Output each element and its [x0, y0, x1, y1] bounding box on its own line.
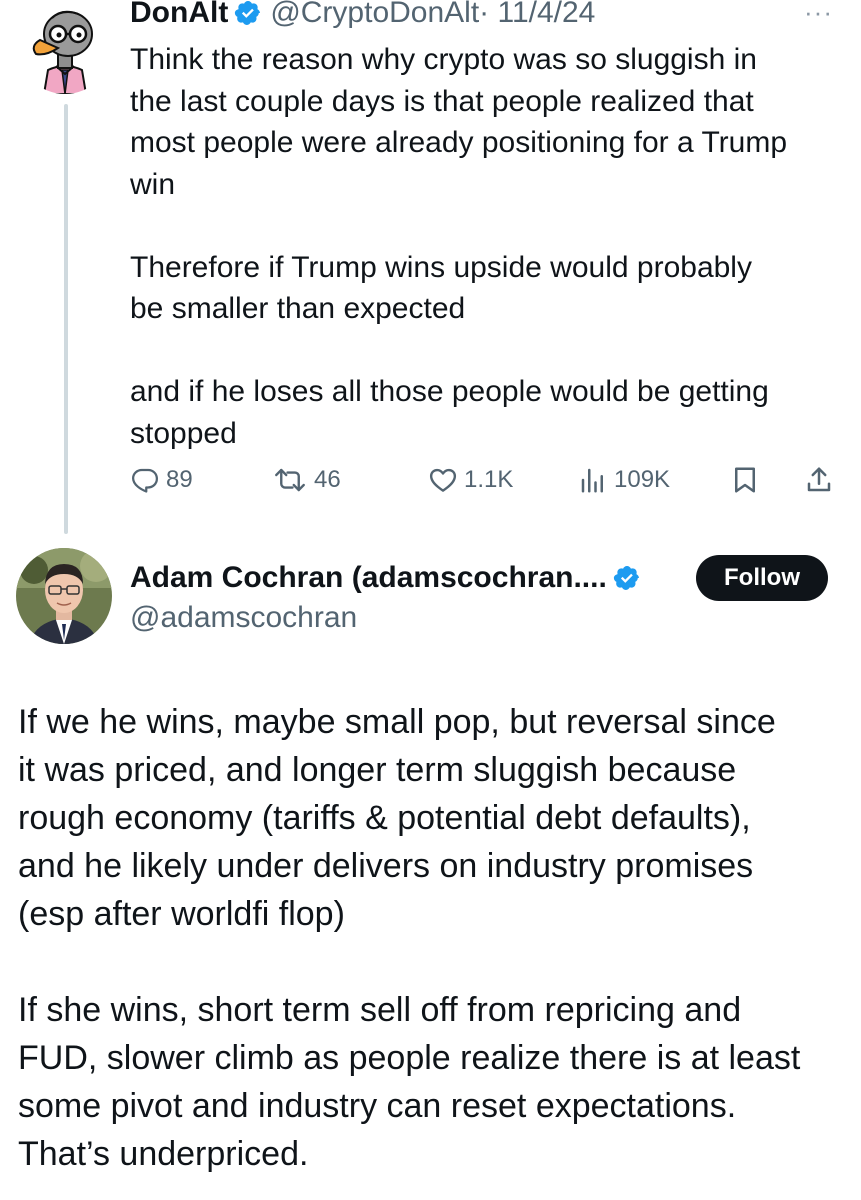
like-button[interactable]: 1.1K [428, 458, 513, 502]
share-button[interactable] [804, 458, 834, 502]
tweet-text: Think the reason why crypto was so slugg… [130, 39, 845, 454]
repost-icon [275, 468, 305, 492]
tweet-paragraph: Think the reason why crypto was so slugg… [130, 43, 788, 201]
more-options-icon[interactable]: ··· [804, 0, 833, 25]
heart-icon [429, 468, 457, 492]
tweet-text: If we he wins, maybe small pop, but reve… [18, 698, 853, 1178]
tweet-paragraph: If she wins, short term sell off from re… [18, 991, 801, 1173]
reply-count: 89 [166, 466, 193, 493]
tweet-paragraph: and if he loses all those people would b… [130, 375, 769, 450]
avatar-donalt[interactable] [18, 0, 112, 94]
bookmark-icon [735, 467, 755, 493]
like-count: 1.1K [464, 466, 514, 493]
reply-icon [132, 468, 158, 493]
tweet-actions-bar: 89 46 1.1K 109K [130, 458, 840, 502]
author-handle[interactable]: @adamscochran [130, 598, 357, 638]
avatar-adamscochran[interactable] [16, 548, 112, 644]
author-name[interactable]: Adam Cochran (adamscochran.... [130, 558, 607, 598]
reply-button[interactable]: 89 [130, 458, 193, 502]
author-handle[interactable]: @CryptoDonAlt [270, 0, 479, 30]
repost-count: 46 [314, 466, 341, 493]
repost-button[interactable]: 46 [272, 458, 341, 502]
tweet-header: DonAlt @CryptoDonAlt · 11/4/24 [130, 0, 595, 30]
thread-connector-line [64, 104, 68, 534]
follow-button[interactable]: Follow [696, 555, 828, 601]
view-count: 109K [614, 466, 671, 493]
views-icon [581, 468, 603, 493]
tweet-paragraph: If we he wins, maybe small pop, but reve… [18, 703, 776, 933]
views-button[interactable]: 109K [578, 458, 670, 502]
tweet-header: Adam Cochran (adamscochran.... [130, 558, 649, 598]
person-avatar-icon [16, 548, 112, 644]
goose-avatar-icon [18, 0, 112, 94]
verified-badge-icon [234, 0, 262, 27]
tweet-paragraph: Therefore if Trump wins upside would pro… [130, 250, 752, 326]
share-icon [807, 467, 831, 492]
author-name[interactable]: DonAlt [130, 0, 228, 30]
bookmark-button[interactable] [730, 458, 760, 502]
tweet-date[interactable]: · 11/4/24 [479, 0, 595, 30]
verified-badge-icon [613, 564, 641, 592]
